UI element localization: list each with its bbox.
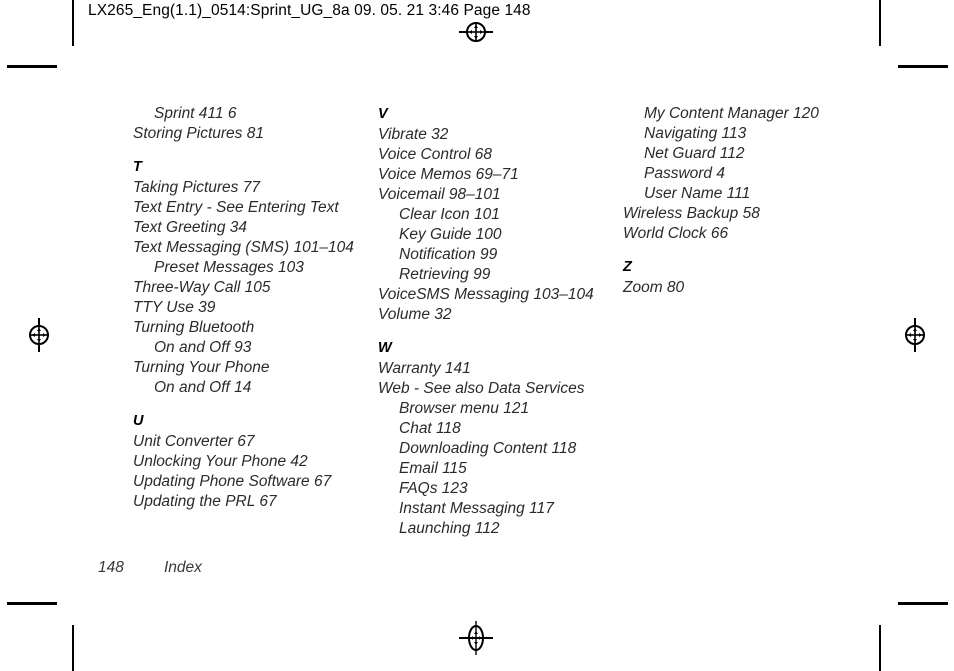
index-subentry: User Name 111 bbox=[644, 185, 751, 202]
index-entry: Text Entry - See Entering Text bbox=[133, 199, 339, 216]
index-section-letter: Z bbox=[623, 259, 632, 275]
index-subentry: Net Guard 112 bbox=[644, 145, 745, 162]
index-subentry: Key Guide 100 bbox=[399, 226, 502, 243]
index-column-1: Sprint 411 6 Storing Pictures 81 T Taking P… bbox=[133, 104, 373, 512]
crop-mark-top-left bbox=[7, 65, 57, 68]
index-entry: Volume 32 bbox=[378, 306, 452, 323]
index-subentry: Navigating 113 bbox=[644, 125, 747, 142]
trim-line-bottom-left bbox=[72, 625, 74, 671]
index-column-2: V Vibrate 32 Voice Control 68 Voice Memos 6… bbox=[378, 104, 618, 539]
index-entry: Warranty 141 bbox=[378, 360, 471, 377]
index-subentry: Password 4 bbox=[644, 165, 725, 182]
index-subentry: Chat 118 bbox=[399, 420, 461, 437]
index-entry: Taking Pictures 77 bbox=[133, 179, 260, 196]
crop-mark-bottom-right bbox=[898, 602, 948, 605]
index-entry: Unit Converter 67 bbox=[133, 433, 255, 450]
trim-line-bottom-right bbox=[879, 625, 881, 671]
index-entry: Voice Control 68 bbox=[378, 146, 493, 163]
index-subentry: Instant Messaging 117 bbox=[399, 500, 554, 517]
index-entry: Unlocking Your Phone 42 bbox=[133, 453, 308, 470]
index-subentry: On and Off 93 bbox=[154, 339, 252, 356]
index-entry: TTY Use 39 bbox=[133, 299, 216, 316]
index-entry: Voice Memos 69–71 bbox=[378, 166, 519, 183]
crop-mark-bottom-left bbox=[7, 602, 57, 605]
registration-target-icon-top bbox=[459, 15, 493, 49]
index-subentry: Browser menu 121 bbox=[399, 400, 530, 417]
index-subentry: My Content Manager 120 bbox=[644, 105, 819, 122]
registration-target-icon-bottom bbox=[459, 621, 493, 655]
footer-section-label: Index bbox=[164, 559, 202, 576]
page-footer: 148 Index bbox=[98, 559, 202, 577]
index-entry: Wireless Backup 58 bbox=[623, 205, 760, 222]
index-entry: Zoom 80 bbox=[623, 279, 685, 296]
index-subentry: Notification 99 bbox=[399, 246, 498, 263]
index-body: Sprint 411 6 Storing Pictures 81 T Taking P… bbox=[0, 104, 954, 537]
index-entry: Text Messaging (SMS) 101–104 bbox=[133, 239, 354, 256]
index-entry: Web - See also Data Services bbox=[378, 380, 585, 397]
index-entry: Turning Bluetooth bbox=[133, 319, 255, 336]
index-subentry: Clear Icon 101 bbox=[399, 206, 500, 223]
index-entry: Voicemail 98–101 bbox=[378, 186, 501, 203]
index-subentry: Sprint 411 6 bbox=[154, 105, 237, 122]
index-entry: Vibrate 32 bbox=[378, 126, 449, 143]
index-subentry: Launching 112 bbox=[399, 520, 500, 537]
trim-line-top-right bbox=[879, 0, 881, 46]
index-subentry: Downloading Content 118 bbox=[399, 440, 577, 457]
index-entry: Updating Phone Software 67 bbox=[133, 473, 332, 490]
trim-line-top-left bbox=[72, 0, 74, 46]
index-section-letter: U bbox=[133, 413, 144, 429]
header-slug-line: LX265_Eng(1.1)_0514:Sprint_UG_8a 09. 05.… bbox=[88, 2, 531, 19]
index-entry: Text Greeting 34 bbox=[133, 219, 248, 236]
index-subentry: Email 115 bbox=[399, 460, 467, 477]
index-section-letter: V bbox=[378, 106, 388, 122]
index-subentry: On and Off 14 bbox=[154, 379, 252, 396]
index-entry: VoiceSMS Messaging 103–104 bbox=[378, 286, 594, 303]
index-entry: Turning Your Phone bbox=[133, 359, 270, 376]
index-entry: Storing Pictures 81 bbox=[133, 125, 264, 142]
index-column-3: My Content Manager 120 Navigating 113 Net … bbox=[623, 104, 863, 298]
crop-mark-top-right bbox=[898, 65, 948, 68]
index-subentry: Preset Messages 103 bbox=[154, 259, 304, 276]
index-subentry: Retrieving 99 bbox=[399, 266, 491, 283]
index-section-letter: T bbox=[133, 159, 142, 175]
index-section-letter: W bbox=[378, 340, 392, 356]
page-number: 148 bbox=[98, 559, 124, 576]
index-subentry: FAQs 123 bbox=[399, 480, 468, 497]
index-entry: Updating the PRL 67 bbox=[133, 493, 277, 510]
index-entry: Three-Way Call 105 bbox=[133, 279, 271, 296]
index-entry: World Clock 66 bbox=[623, 225, 729, 242]
